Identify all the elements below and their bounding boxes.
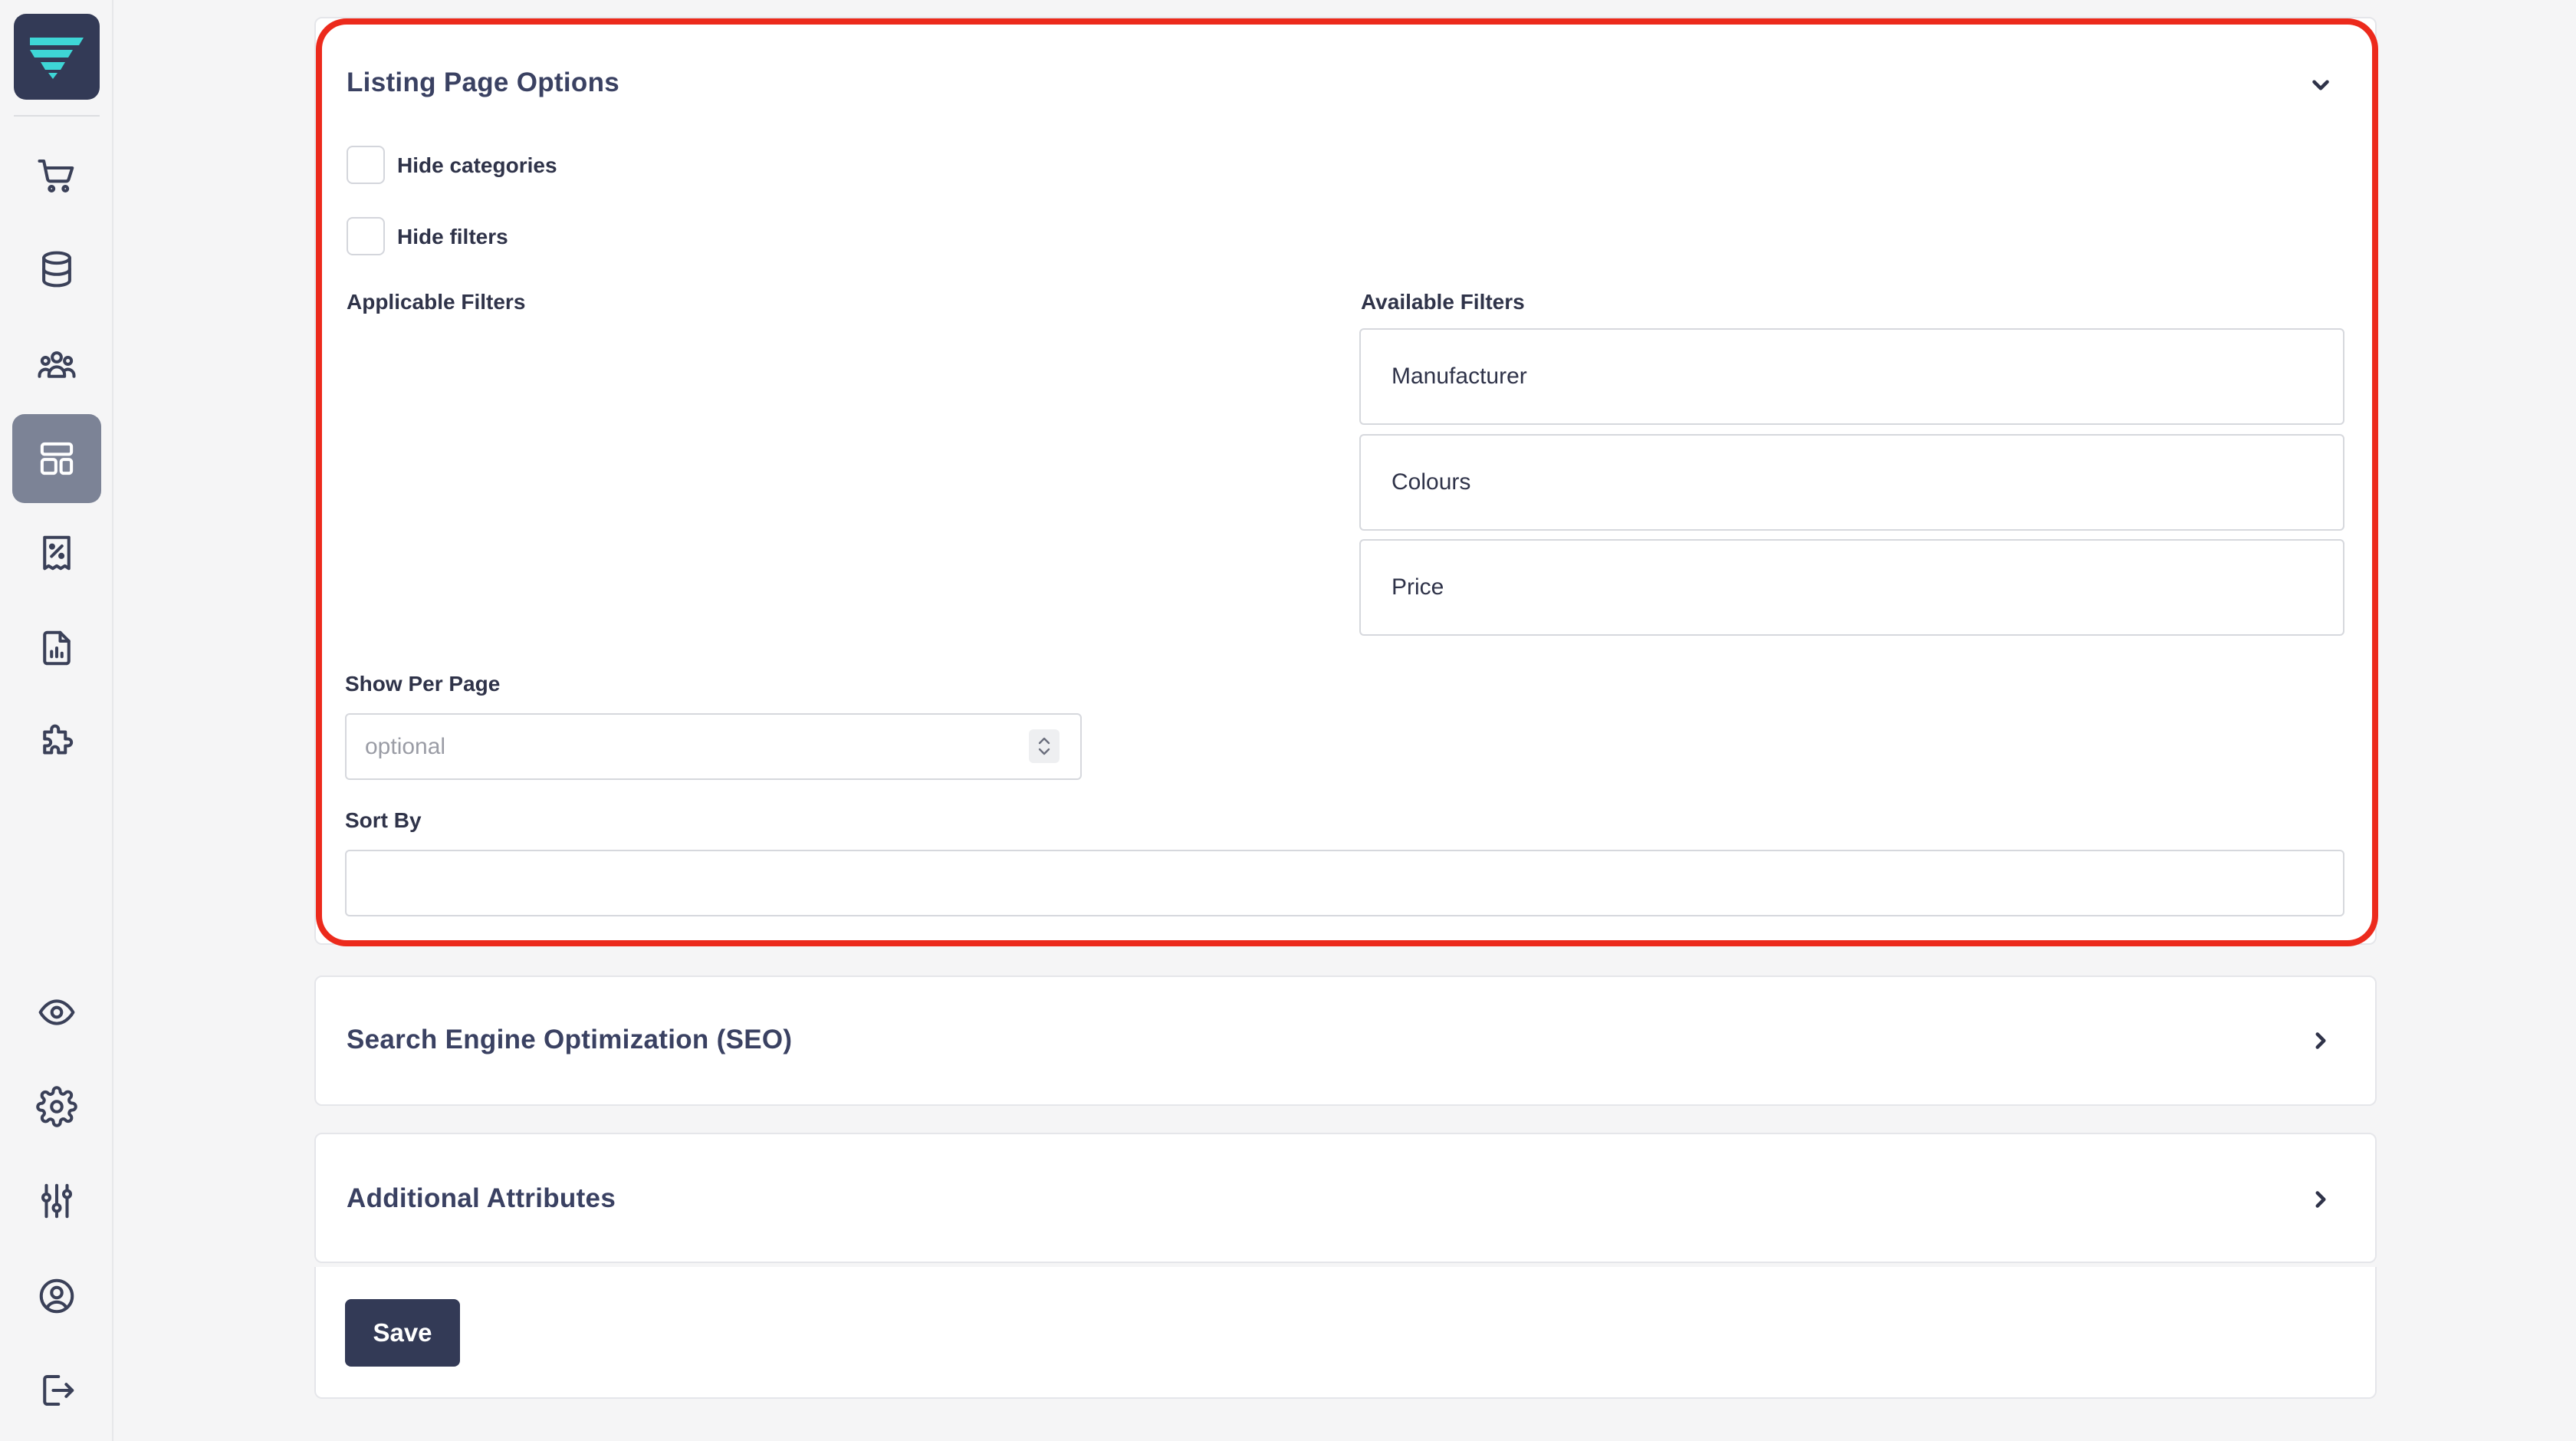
sidebar-divider bbox=[14, 115, 100, 117]
brand-logo-icon bbox=[30, 38, 84, 79]
sidebar-item-preview[interactable] bbox=[12, 968, 101, 1057]
sidebar-item-customers[interactable] bbox=[12, 320, 101, 409]
collapse-toggle[interactable] bbox=[2308, 72, 2334, 98]
sort-by-input[interactable] bbox=[345, 850, 2344, 916]
hide-categories-checkbox[interactable] bbox=[347, 146, 385, 184]
sliders-icon bbox=[41, 1183, 73, 1219]
gear-icon bbox=[36, 1086, 77, 1127]
hide-categories-label[interactable]: Hide categories bbox=[397, 153, 557, 178]
chevron-right-icon bbox=[2315, 1191, 2326, 1208]
sidebar-item-logout[interactable] bbox=[12, 1346, 101, 1435]
sidebar-item-orders[interactable] bbox=[12, 130, 101, 219]
show-per-page-input[interactable] bbox=[345, 713, 1082, 780]
sidebar-item-extensions[interactable] bbox=[12, 698, 101, 787]
cart-icon bbox=[38, 159, 74, 192]
seo-panel-title[interactable]: Search Engine Optimization (SEO) bbox=[347, 1025, 792, 1055]
report-icon bbox=[43, 630, 71, 666]
available-filters-label: Available Filters bbox=[1361, 290, 1525, 314]
applicable-filters-dropzone[interactable] bbox=[347, 325, 1313, 632]
sidebar-item-account[interactable] bbox=[12, 1252, 101, 1341]
logout-icon bbox=[43, 1374, 74, 1406]
database-icon bbox=[42, 251, 71, 288]
show-per-page-label: Show Per Page bbox=[345, 672, 501, 696]
sidebar-item-content[interactable] bbox=[12, 414, 101, 503]
additional-attributes-panel[interactable]: Additional Attributes bbox=[314, 1133, 2377, 1263]
user-circle-icon bbox=[39, 1278, 74, 1314]
sidebar-item-promotions[interactable] bbox=[12, 508, 101, 597]
chevron-right-icon bbox=[2315, 1032, 2326, 1049]
layout-icon bbox=[40, 442, 74, 475]
seo-panel[interactable]: Search Engine Optimization (SEO) bbox=[314, 975, 2377, 1106]
expand-toggle[interactable] bbox=[2308, 1028, 2334, 1054]
available-filter-item[interactable]: Price bbox=[1359, 539, 2344, 636]
chevron-down-icon bbox=[2312, 80, 2329, 90]
receipt-percent-icon bbox=[43, 535, 71, 571]
available-filter-item[interactable]: Manufacturer bbox=[1359, 328, 2344, 425]
hide-filters-checkbox[interactable] bbox=[347, 217, 385, 255]
sort-by-label: Sort By bbox=[345, 808, 422, 832]
eye-icon bbox=[38, 999, 75, 1025]
hide-filters-label[interactable]: Hide filters bbox=[397, 225, 508, 249]
sidebar-item-catalog[interactable] bbox=[12, 225, 101, 314]
users-icon bbox=[38, 351, 76, 378]
save-button[interactable]: Save bbox=[345, 1299, 460, 1367]
brand-logo[interactable] bbox=[14, 14, 100, 100]
sidebar-item-settings[interactable] bbox=[12, 1062, 101, 1151]
actions-panel bbox=[314, 1267, 2377, 1399]
additional-attributes-title[interactable]: Additional Attributes bbox=[347, 1183, 616, 1214]
sidebar-item-reports[interactable] bbox=[12, 604, 101, 693]
expand-toggle[interactable] bbox=[2308, 1186, 2334, 1212]
chevron-down-icon bbox=[1038, 748, 1050, 755]
applicable-filters-label: Applicable Filters bbox=[347, 290, 526, 314]
chevron-up-icon bbox=[1038, 737, 1050, 745]
available-filter-item[interactable]: Colours bbox=[1359, 434, 2344, 531]
listing-panel-title[interactable]: Listing Page Options bbox=[347, 67, 619, 98]
sidebar-item-configuration[interactable] bbox=[12, 1156, 101, 1245]
number-spinner[interactable] bbox=[1029, 729, 1060, 763]
sidebar bbox=[0, 0, 113, 1441]
puzzle-icon bbox=[43, 724, 74, 755]
